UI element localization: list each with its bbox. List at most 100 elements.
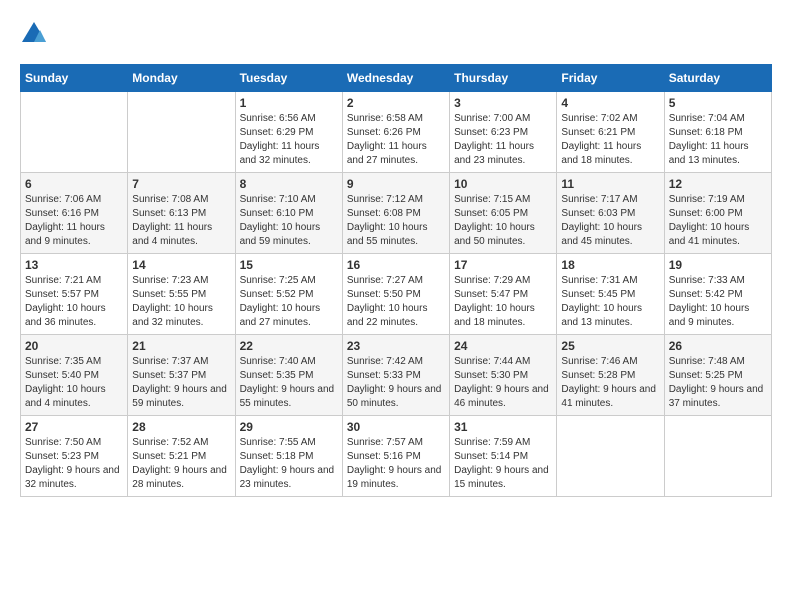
day-info: Sunrise: 7:15 AMSunset: 6:05 PMDaylight:… bbox=[454, 193, 552, 249]
day-info: Sunrise: 7:25 AMSunset: 5:52 PMDaylight:… bbox=[240, 274, 338, 330]
day-info: Sunrise: 7:42 AMSunset: 5:33 PMDaylight:… bbox=[347, 355, 445, 411]
day-number: 11 bbox=[561, 177, 659, 191]
day-info: Sunrise: 7:48 AMSunset: 5:25 PMDaylight:… bbox=[669, 355, 767, 411]
page-header bbox=[20, 20, 772, 48]
day-number: 29 bbox=[240, 420, 338, 434]
logo-icon bbox=[20, 20, 48, 48]
day-number: 16 bbox=[347, 258, 445, 272]
day-number: 30 bbox=[347, 420, 445, 434]
day-number: 14 bbox=[132, 258, 230, 272]
day-info: Sunrise: 7:19 AMSunset: 6:00 PMDaylight:… bbox=[669, 193, 767, 249]
calendar-cell: 26Sunrise: 7:48 AMSunset: 5:25 PMDayligh… bbox=[664, 335, 771, 416]
day-info: Sunrise: 7:27 AMSunset: 5:50 PMDaylight:… bbox=[347, 274, 445, 330]
calendar-cell: 7 Sunrise: 7:08 AMSunset: 6:13 PMDaylight… bbox=[128, 173, 235, 254]
calendar-week-row: 20 Sunrise: 7:35 AMSunset: 5:40 PMDayligh… bbox=[21, 335, 772, 416]
day-info: Sunrise: 7:33 AMSunset: 5:42 PMDaylight:… bbox=[669, 274, 767, 330]
day-info: Sunrise: 7:02 AMSunset: 6:21 PMDaylight:… bbox=[561, 112, 659, 168]
day-info: Sunrise: 7:12 AMSunset: 6:08 PMDaylight:… bbox=[347, 193, 445, 249]
day-number: 15 bbox=[240, 258, 338, 272]
day-info: Sunrise: 7:08 AMSunset: 6:13 PMDaylight:… bbox=[132, 193, 230, 249]
calendar-week-row: 1 Sunrise: 6:56 AMSunset: 6:29 PMDaylight… bbox=[21, 92, 772, 173]
header-saturday: Saturday bbox=[664, 65, 771, 92]
day-info: Sunrise: 6:56 AMSunset: 6:29 PMDaylight:… bbox=[240, 112, 338, 168]
header-tuesday: Tuesday bbox=[235, 65, 342, 92]
day-info: Sunrise: 6:58 AMSunset: 6:26 PMDaylight:… bbox=[347, 112, 445, 168]
day-info: Sunrise: 7:55 AMSunset: 5:18 PMDaylight:… bbox=[240, 436, 338, 492]
header-monday: Monday bbox=[128, 65, 235, 92]
day-number: 5 bbox=[669, 96, 767, 110]
day-info: Sunrise: 7:17 AMSunset: 6:03 PMDaylight:… bbox=[561, 193, 659, 249]
calendar-cell: 25 Sunrise: 7:46 AMSunset: 5:28 PMDayligh… bbox=[557, 335, 664, 416]
calendar-cell: 18 Sunrise: 7:31 AMSunset: 5:45 PMDayligh… bbox=[557, 254, 664, 335]
calendar-cell: 4 Sunrise: 7:02 AMSunset: 6:21 PMDaylight… bbox=[557, 92, 664, 173]
day-number: 19 bbox=[669, 258, 767, 272]
day-info: Sunrise: 7:59 AMSunset: 5:14 PMDaylight:… bbox=[454, 436, 552, 492]
day-info: Sunrise: 7:37 AMSunset: 5:37 PMDaylight:… bbox=[132, 355, 230, 411]
calendar-cell: 28Sunrise: 7:52 AMSunset: 5:21 PMDayligh… bbox=[128, 416, 235, 497]
calendar-cell: 24Sunrise: 7:44 AMSunset: 5:30 PMDayligh… bbox=[450, 335, 557, 416]
calendar-cell bbox=[21, 92, 128, 173]
calendar-cell: 14 Sunrise: 7:23 AMSunset: 5:55 PMDayligh… bbox=[128, 254, 235, 335]
calendar-cell: 16 Sunrise: 7:27 AMSunset: 5:50 PMDayligh… bbox=[342, 254, 449, 335]
day-number: 18 bbox=[561, 258, 659, 272]
day-info: Sunrise: 7:46 AMSunset: 5:28 PMDaylight:… bbox=[561, 355, 659, 411]
day-info: Sunrise: 7:50 AMSunset: 5:23 PMDaylight:… bbox=[25, 436, 123, 492]
calendar-table: SundayMondayTuesdayWednesdayThursdayFrid… bbox=[20, 64, 772, 497]
day-number: 27 bbox=[25, 420, 123, 434]
calendar-cell: 27 Sunrise: 7:50 AMSunset: 5:23 PMDayligh… bbox=[21, 416, 128, 497]
header-thursday: Thursday bbox=[450, 65, 557, 92]
day-number: 23 bbox=[347, 339, 445, 353]
day-number: 22 bbox=[240, 339, 338, 353]
calendar-cell: 8Sunrise: 7:10 AMSunset: 6:10 PMDaylight… bbox=[235, 173, 342, 254]
day-number: 24 bbox=[454, 339, 552, 353]
calendar-cell: 13Sunrise: 7:21 AMSunset: 5:57 PMDayligh… bbox=[21, 254, 128, 335]
calendar-cell: 31 Sunrise: 7:59 AMSunset: 5:14 PMDayligh… bbox=[450, 416, 557, 497]
day-number: 25 bbox=[561, 339, 659, 353]
day-info: Sunrise: 7:04 AMSunset: 6:18 PMDaylight:… bbox=[669, 112, 767, 168]
header-friday: Friday bbox=[557, 65, 664, 92]
day-number: 31 bbox=[454, 420, 552, 434]
calendar-cell: 20 Sunrise: 7:35 AMSunset: 5:40 PMDayligh… bbox=[21, 335, 128, 416]
calendar-cell bbox=[128, 92, 235, 173]
day-number: 8 bbox=[240, 177, 338, 191]
calendar-week-row: 6 Sunrise: 7:06 AMSunset: 6:16 PMDaylight… bbox=[21, 173, 772, 254]
day-info: Sunrise: 7:31 AMSunset: 5:45 PMDaylight:… bbox=[561, 274, 659, 330]
calendar-cell: 21 Sunrise: 7:37 AMSunset: 5:37 PMDayligh… bbox=[128, 335, 235, 416]
day-number: 2 bbox=[347, 96, 445, 110]
calendar-header-row: SundayMondayTuesdayWednesdayThursdayFrid… bbox=[21, 65, 772, 92]
calendar-cell: 2 Sunrise: 6:58 AMSunset: 6:26 PMDaylight… bbox=[342, 92, 449, 173]
calendar-cell bbox=[664, 416, 771, 497]
calendar-cell: 11 Sunrise: 7:17 AMSunset: 6:03 PMDayligh… bbox=[557, 173, 664, 254]
calendar-week-row: 13Sunrise: 7:21 AMSunset: 5:57 PMDayligh… bbox=[21, 254, 772, 335]
day-number: 3 bbox=[454, 96, 552, 110]
calendar-cell: 30 Sunrise: 7:57 AMSunset: 5:16 PMDayligh… bbox=[342, 416, 449, 497]
day-number: 13 bbox=[25, 258, 123, 272]
day-number: 7 bbox=[132, 177, 230, 191]
day-number: 6 bbox=[25, 177, 123, 191]
calendar-cell: 23 Sunrise: 7:42 AMSunset: 5:33 PMDayligh… bbox=[342, 335, 449, 416]
calendar-cell: 3Sunrise: 7:00 AMSunset: 6:23 PMDaylight… bbox=[450, 92, 557, 173]
calendar-cell: 5 Sunrise: 7:04 AMSunset: 6:18 PMDaylight… bbox=[664, 92, 771, 173]
logo bbox=[20, 20, 52, 48]
calendar-cell: 22Sunrise: 7:40 AMSunset: 5:35 PMDayligh… bbox=[235, 335, 342, 416]
day-info: Sunrise: 7:57 AMSunset: 5:16 PMDaylight:… bbox=[347, 436, 445, 492]
day-number: 20 bbox=[25, 339, 123, 353]
calendar-cell: 9 Sunrise: 7:12 AMSunset: 6:08 PMDaylight… bbox=[342, 173, 449, 254]
header-sunday: Sunday bbox=[21, 65, 128, 92]
day-number: 17 bbox=[454, 258, 552, 272]
day-info: Sunrise: 7:29 AMSunset: 5:47 PMDaylight:… bbox=[454, 274, 552, 330]
day-number: 21 bbox=[132, 339, 230, 353]
calendar-cell bbox=[557, 416, 664, 497]
day-info: Sunrise: 7:23 AMSunset: 5:55 PMDaylight:… bbox=[132, 274, 230, 330]
day-number: 1 bbox=[240, 96, 338, 110]
day-info: Sunrise: 7:35 AMSunset: 5:40 PMDaylight:… bbox=[25, 355, 123, 411]
calendar-cell: 12Sunrise: 7:19 AMSunset: 6:00 PMDayligh… bbox=[664, 173, 771, 254]
calendar-week-row: 27 Sunrise: 7:50 AMSunset: 5:23 PMDayligh… bbox=[21, 416, 772, 497]
calendar-cell: 10Sunrise: 7:15 AMSunset: 6:05 PMDayligh… bbox=[450, 173, 557, 254]
calendar-cell: 19 Sunrise: 7:33 AMSunset: 5:42 PMDayligh… bbox=[664, 254, 771, 335]
day-info: Sunrise: 7:52 AMSunset: 5:21 PMDaylight:… bbox=[132, 436, 230, 492]
calendar-cell: 6 Sunrise: 7:06 AMSunset: 6:16 PMDaylight… bbox=[21, 173, 128, 254]
day-number: 4 bbox=[561, 96, 659, 110]
day-number: 9 bbox=[347, 177, 445, 191]
day-info: Sunrise: 7:06 AMSunset: 6:16 PMDaylight:… bbox=[25, 193, 123, 249]
